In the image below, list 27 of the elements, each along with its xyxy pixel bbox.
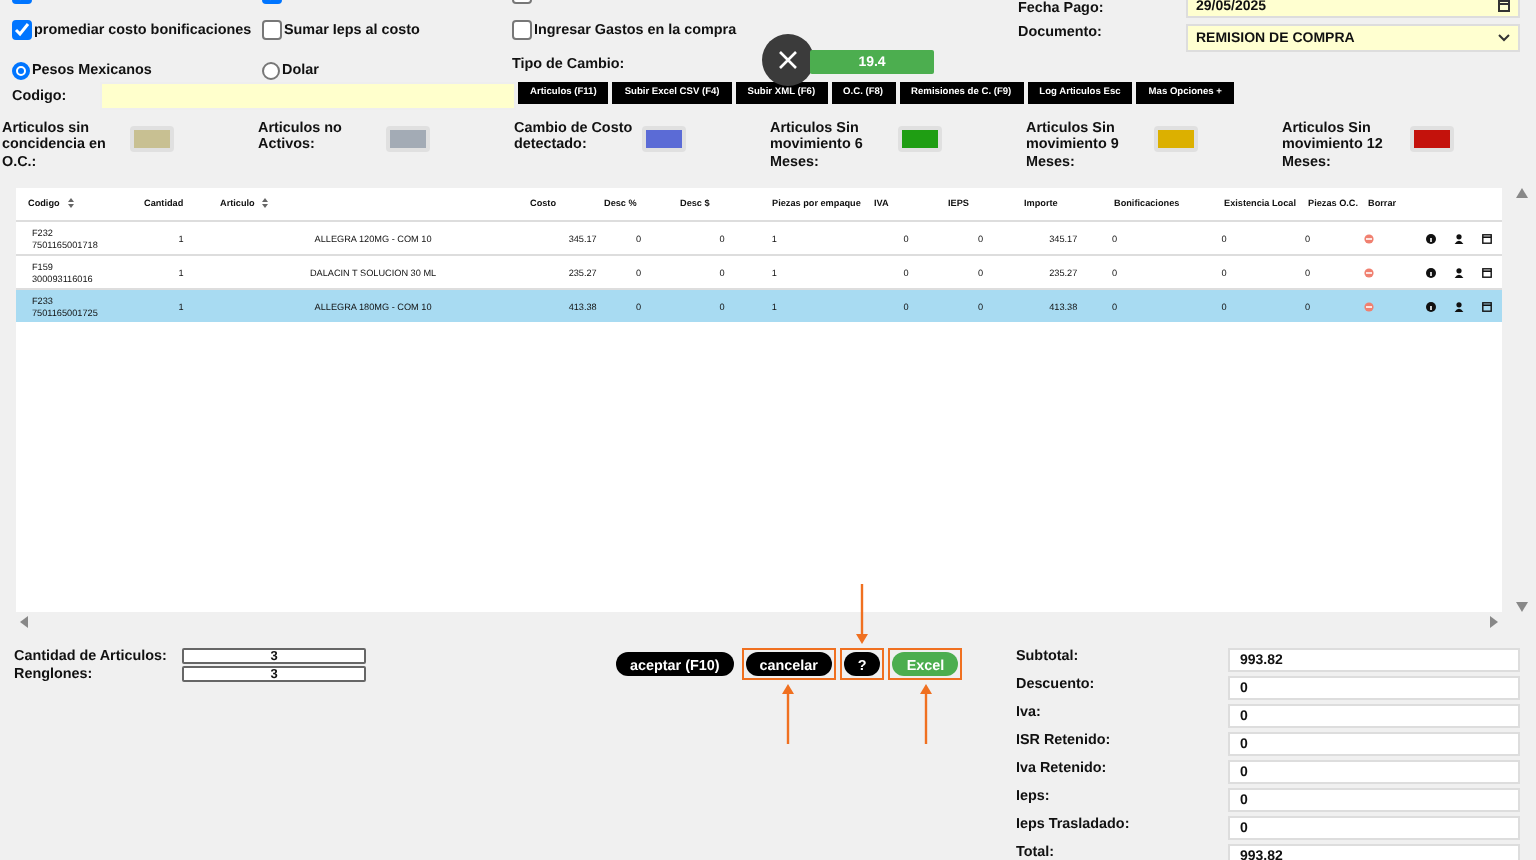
info-icon[interactable]: [1426, 233, 1437, 243]
info-icon[interactable]: [1426, 301, 1437, 311]
checkbox[interactable]: [262, 20, 282, 40]
calendar-icon[interactable]: [1498, 0, 1510, 12]
radio-button[interactable]: [262, 61, 280, 79]
scroll-up-icon[interactable]: [1516, 188, 1528, 198]
radio-button[interactable]: [12, 61, 30, 79]
calendar-icon[interactable]: [1482, 267, 1493, 277]
person-icon[interactable]: [1454, 233, 1465, 243]
sort-icon[interactable]: [262, 198, 269, 208]
close-button[interactable]: [762, 34, 814, 86]
scroll-left-icon[interactable]: [20, 616, 28, 628]
scroll-right-icon[interactable]: [1490, 616, 1498, 628]
code-input[interactable]: [100, 82, 516, 110]
calendar-icon[interactable]: [1482, 233, 1493, 243]
delete-icon[interactable]: [1364, 233, 1375, 243]
close-icon: [778, 50, 798, 70]
scroll-down-icon[interactable]: [1516, 602, 1528, 612]
calendar-icon[interactable]: [1482, 301, 1493, 311]
delete-icon[interactable]: [1364, 267, 1375, 277]
info-icon[interactable]: [1426, 267, 1437, 277]
person-icon[interactable]: [1454, 301, 1465, 311]
checkbox[interactable]: [12, 20, 32, 40]
caret-icon[interactable]: [1498, 34, 1510, 42]
sort-icon[interactable]: [67, 198, 74, 208]
checkbox[interactable]: [512, 20, 532, 40]
person-icon[interactable]: [1454, 267, 1465, 277]
